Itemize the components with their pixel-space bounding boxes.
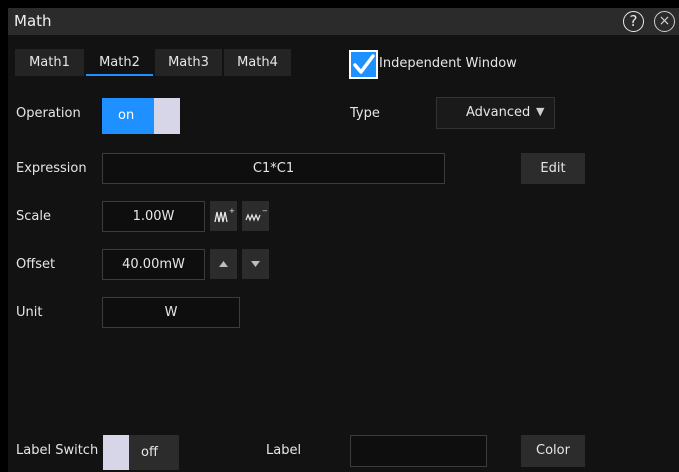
scale-up-icon[interactable]: + <box>210 201 237 231</box>
scale-down-icon[interactable]: − <box>242 201 269 231</box>
label-field-label: Label <box>266 443 302 458</box>
offset-label: Offset <box>16 257 56 272</box>
chevron-down-icon: ▼ <box>536 105 545 118</box>
math-dialog: Math ? × Math1 Math2 Math3 Math4 Indepen… <box>8 8 679 472</box>
unit-label: Unit <box>16 305 43 320</box>
label-input[interactable] <box>350 435 487 467</box>
edit-button[interactable]: Edit <box>521 153 585 184</box>
operation-toggle-knob[interactable] <box>154 98 180 134</box>
scale-input[interactable]: 1.00W <box>102 201 205 232</box>
offset-down-arrow-icon[interactable] <box>242 249 269 279</box>
label-switch-state[interactable]: off <box>129 435 179 470</box>
svg-text:+: + <box>229 207 235 215</box>
expression-input[interactable]: C1*C1 <box>102 153 445 184</box>
offset-up-arrow-icon[interactable] <box>210 249 237 279</box>
close-icon[interactable]: × <box>654 11 675 32</box>
label-switch-knob[interactable] <box>103 435 129 470</box>
tab-math1[interactable]: Math1 <box>15 49 84 76</box>
type-label: Type <box>350 106 380 121</box>
unit-input[interactable]: W <box>102 297 240 328</box>
type-dropdown-value: Advanced <box>466 105 531 120</box>
help-icon[interactable]: ? <box>623 11 644 32</box>
offset-input[interactable]: 40.00mW <box>102 249 205 280</box>
scale-label: Scale <box>16 209 51 224</box>
tab-math4[interactable]: Math4 <box>224 49 291 76</box>
label-switch-label: Label Switch <box>16 443 99 458</box>
title-bar: Math ? × <box>8 9 679 35</box>
checkmark-icon <box>353 54 375 74</box>
independent-window-label: Independent Window <box>379 56 517 71</box>
independent-window-checkbox[interactable] <box>349 50 378 79</box>
tab-math3[interactable]: Math3 <box>155 49 222 76</box>
type-dropdown[interactable]: Advanced ▼ <box>436 97 555 129</box>
tab-math2[interactable]: Math2 <box>86 49 153 76</box>
color-button[interactable]: Color <box>521 435 585 467</box>
window-title: Math <box>14 12 52 30</box>
operation-toggle-state[interactable]: on <box>102 98 154 134</box>
expression-label: Expression <box>16 161 87 176</box>
operation-label: Operation <box>16 106 81 121</box>
svg-text:−: − <box>262 207 268 215</box>
